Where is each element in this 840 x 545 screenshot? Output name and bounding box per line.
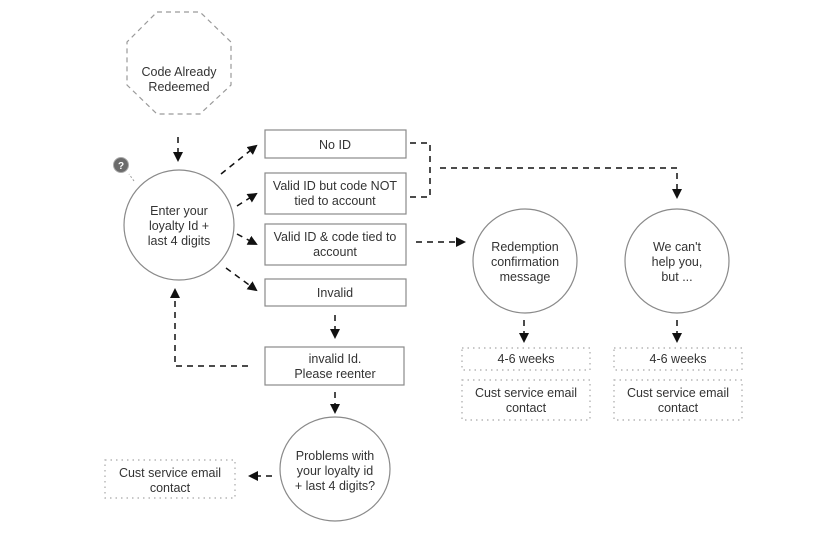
node-cust-mid[interactable]: Cust service email contact xyxy=(461,379,591,421)
node-no-id[interactable]: No ID xyxy=(264,129,407,159)
arrow-reenter-to-enter xyxy=(170,288,248,367)
node-enter-id[interactable]: Enter your loyalty Id + last 4 digits xyxy=(123,169,235,281)
node-code-redeemed[interactable]: Code Already Redeemed xyxy=(126,11,232,115)
node-weeks-2[interactable]: 4-6 weeks xyxy=(613,347,743,371)
arrow-to-valid-tied xyxy=(236,233,258,245)
question-mark-icon[interactable]: ? xyxy=(113,157,129,173)
arrow-to-cant-help xyxy=(440,167,682,199)
arrow-to-no-id xyxy=(220,144,258,175)
node-valid-not-tied[interactable]: Valid ID but code NOT tied to account xyxy=(264,172,407,215)
svg-text:4-6 weeks: 4-6 weeks xyxy=(650,352,707,366)
node-redemption[interactable]: Redemption confirmation message xyxy=(472,208,578,314)
arrow-to-valid-not-tied xyxy=(236,192,258,207)
node-reenter[interactable]: invalid Id. Please reenter xyxy=(264,346,405,386)
node-cant-help[interactable]: We can't help you, but ... xyxy=(624,208,730,314)
svg-text:Invalid: Invalid xyxy=(317,286,353,300)
svg-text:4-6 weeks: 4-6 weeks xyxy=(498,352,555,366)
svg-text:?: ? xyxy=(118,161,124,172)
svg-text:No ID: No ID xyxy=(319,138,351,152)
node-invalid[interactable]: Invalid xyxy=(264,278,407,307)
node-problems[interactable]: Problems with your loyalty id + last 4 dig… xyxy=(279,416,391,522)
bracket-no-id xyxy=(410,142,431,198)
node-weeks-1[interactable]: 4-6 weeks xyxy=(461,347,591,371)
svg-text:Enter yourloyalty Id +last 4 d: Enter your loyalty Id + last 4 digits xyxy=(148,204,211,248)
node-cust-left[interactable]: Cust service email contact xyxy=(104,459,236,499)
svg-text:Code AlreadyRedeemed: Code Already Redeemed xyxy=(141,65,217,94)
help-pointer xyxy=(128,173,135,182)
node-valid-tied[interactable]: Valid ID & code tied to account xyxy=(264,223,407,266)
flowchart: Code Already Redeemed Enter your loyalty I… xyxy=(104,11,743,522)
svg-text:Problems withyour loyalty id+: Problems with your loyalty id + last 4 dig… xyxy=(295,449,375,493)
svg-text:Redemptionconfirmationmessage: Redemption confirmation message xyxy=(491,240,559,284)
arrow-to-invalid xyxy=(225,267,258,292)
node-cust-right[interactable]: Cust service email contact xyxy=(613,379,743,421)
